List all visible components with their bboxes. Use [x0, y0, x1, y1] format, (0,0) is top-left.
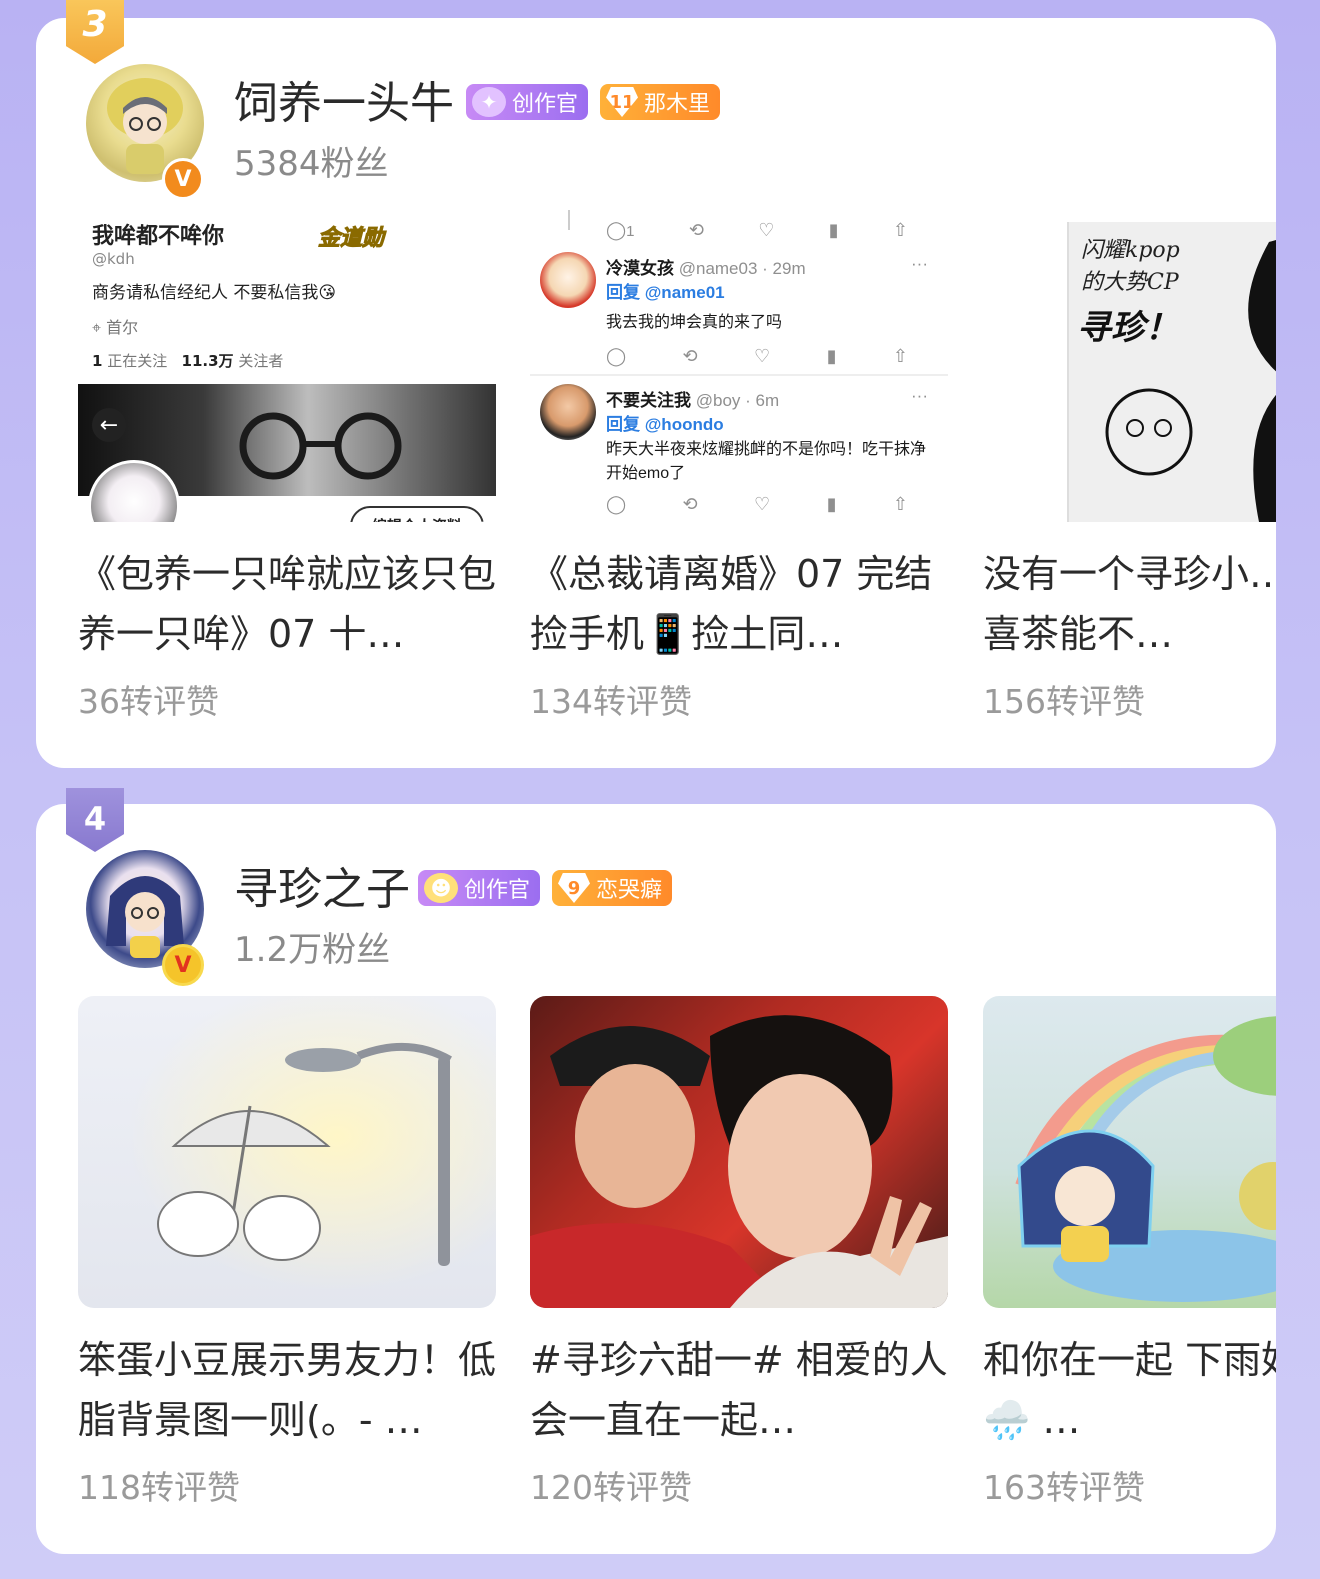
tweet-text: 昨天大半夜来炫耀挑衅的不是你吗！吃干抹净开始emo了: [606, 441, 927, 482]
user-tags: ✦ 创作官 11 那木里: [466, 84, 721, 120]
post-stats: 134转评赞: [530, 682, 692, 721]
tweet-reply-to: 回复 @hoondo: [606, 410, 928, 435]
tweet-author: 不要关注我: [606, 391, 691, 410]
creator-tag[interactable]: ✦ 创作官: [466, 84, 589, 120]
level-tag[interactable]: 9 恋哭癖: [552, 870, 673, 906]
more-icon[interactable]: ···: [911, 386, 928, 406]
verified-icon: V: [162, 158, 204, 200]
divider: [530, 374, 948, 376]
rainbow-illustration: [1015, 1016, 1276, 1302]
share-icon[interactable]: ⇧: [893, 220, 908, 241]
reply-icon[interactable]: ◯: [606, 494, 626, 515]
user-name[interactable]: 寻珍之子: [234, 860, 410, 920]
like-icon[interactable]: ♡: [754, 494, 770, 515]
reply-mention[interactable]: @name01: [645, 283, 725, 302]
lamp-umbrella-illustration: [78, 996, 496, 1308]
post-title[interactable]: 笨蛋小豆展示男友力！低脂背景图一则(。- …: [78, 1330, 496, 1454]
like-icon[interactable]: ♡: [754, 346, 770, 367]
fans-count: 5384粉丝: [234, 144, 389, 184]
like-icon[interactable]: ♡: [758, 220, 774, 241]
creator-tag[interactable]: ☻ 创作官: [418, 870, 541, 906]
tweet-handle: @boy · 6m: [695, 391, 780, 410]
tweet-handle: @name03 · 29m: [678, 259, 806, 278]
creator-badge-icon: ☻: [424, 873, 458, 903]
post-stats: 36转评赞: [78, 682, 219, 721]
verified-icon: V: [162, 944, 204, 986]
tweet-text: 我去我的坤会真的来了吗: [606, 314, 783, 331]
post-title[interactable]: 《总裁请离婚》07 完结 捡手机📱捡土同…: [530, 544, 948, 668]
following-count: 1: [92, 352, 103, 370]
level-tag-label: 那木里: [644, 92, 711, 117]
stats-icon[interactable]: ▮: [829, 220, 839, 241]
location-pin-icon: ⌖: [92, 318, 102, 337]
rank-card-4[interactable]: V 寻珍之子 ☻ 创作官 9 恋哭癖 1.2万粉丝 笨蛋小豆展示男友力！低脂背景…: [36, 804, 1276, 1554]
post-title[interactable]: 和你在一起 下雨好天气🌧️ …: [983, 1330, 1276, 1454]
profile-handle: @kdh: [92, 250, 135, 268]
post-thumbnail[interactable]: [78, 996, 496, 1308]
back-arrow-icon[interactable]: ←: [92, 408, 126, 442]
thread-line: [568, 210, 570, 230]
followers-label: 关注者: [238, 352, 284, 370]
post-title[interactable]: 没有一个寻珍小…到这杯喜茶能不…: [983, 544, 1276, 668]
tweet-actions: ◯ ⟲ ♡ ▮ ⇧: [606, 346, 908, 367]
post-title[interactable]: #寻珍六甜一# 相爱的人会一直在一起…: [530, 1330, 948, 1454]
reply-icon[interactable]: ◯1: [606, 220, 635, 241]
post-thumbnail[interactable]: ◯1 ⟲ ♡ ▮ ⇧ 冷漠女孩 @name03 · 29m ··· 回复 @na…: [530, 210, 948, 522]
level-tag[interactable]: 11 那木里: [600, 84, 721, 120]
tweet-avatar[interactable]: [540, 252, 596, 308]
following-label: 正在关注: [107, 352, 168, 370]
post-title[interactable]: 《包养一只哞就应该只包养一只哞》07 十…: [78, 544, 496, 668]
location-row: ⌖ 首尔: [92, 314, 138, 338]
profile-name: 我哞都不哞你: [92, 224, 225, 249]
sketch-illustration: 闪耀kpop 的大势CP 寻珍！: [1067, 222, 1276, 522]
fans-count: 1.2万粉丝: [234, 930, 391, 970]
retweet-icon[interactable]: ⟲: [683, 346, 698, 367]
more-icon[interactable]: ···: [911, 254, 928, 274]
photo-two-people: [530, 1015, 948, 1308]
reply-prefix: 回复: [606, 415, 640, 434]
level-icon: 11: [606, 87, 639, 117]
post-stats: 156转评赞: [983, 682, 1145, 721]
reply-icon[interactable]: ◯: [606, 346, 626, 367]
creator-tag-label: 创作官: [512, 92, 579, 117]
stats-icon[interactable]: ▮: [827, 346, 837, 367]
medal-label: 金道勋: [317, 226, 385, 252]
tweet-actions: ◯ ⟲ ♡ ▮ ⇧: [606, 494, 908, 515]
user-name[interactable]: 饲养一头牛: [234, 74, 454, 134]
post-stats: 118转评赞: [78, 1468, 240, 1507]
tweet-actions: ◯1 ⟲ ♡ ▮ ⇧: [606, 220, 908, 241]
user-tags: ☻ 创作官 9 恋哭癖: [418, 870, 673, 906]
location-label: 首尔: [106, 318, 139, 337]
share-icon[interactable]: ⇧: [893, 494, 908, 515]
tweet-author: 冷漠女孩: [606, 259, 674, 278]
reply-prefix: 回复: [606, 283, 640, 302]
share-icon[interactable]: ⇧: [893, 346, 908, 367]
tweet-reply-to: 回复 @name01: [606, 278, 928, 303]
tweet-avatar[interactable]: [540, 384, 596, 440]
post-thumbnail[interactable]: 我哞都不哞你 金道勋 @kdh 商务请私信经纪人 不要私信我😘 ⌖ 首尔 1 正…: [78, 210, 496, 522]
post-thumbnail[interactable]: [983, 996, 1276, 1308]
level-icon: 9: [558, 873, 591, 903]
sketch-drawing: [1105, 240, 1276, 522]
edit-profile-button[interactable]: 编辑个人资料: [350, 506, 484, 522]
reply-mention[interactable]: @hoondo: [645, 415, 724, 434]
follow-stats: 1 正在关注 11.3万 关注者: [92, 350, 283, 371]
stats-icon[interactable]: ▮: [827, 494, 837, 515]
tweet-header: 不要关注我 @boy · 6m ···: [606, 386, 928, 411]
post-thumbnail[interactable]: [530, 996, 948, 1308]
post-stats: 163转评赞: [983, 1468, 1145, 1507]
profile-bio: 商务请私信经纪人 不要私信我😘: [92, 283, 337, 303]
followers-count: 11.3万: [181, 352, 234, 370]
post-thumbnail[interactable]: 闪耀kpop 的大势CP 寻珍！: [983, 210, 1276, 522]
tweet-header: 冷漠女孩 @name03 · 29m ···: [606, 254, 928, 279]
retweet-icon[interactable]: ⟲: [689, 220, 704, 241]
creator-tag-label: 创作官: [464, 878, 531, 903]
rank-card-3[interactable]: V 饲养一头牛 ✦ 创作官 11 那木里 5384粉丝 我哞都不哞你 金道勋 @…: [36, 18, 1276, 768]
post-stats: 120转评赞: [530, 1468, 692, 1507]
retweet-icon[interactable]: ⟲: [683, 494, 698, 515]
creator-badge-icon: ✦: [472, 87, 506, 117]
level-tag-label: 恋哭癖: [596, 878, 663, 903]
